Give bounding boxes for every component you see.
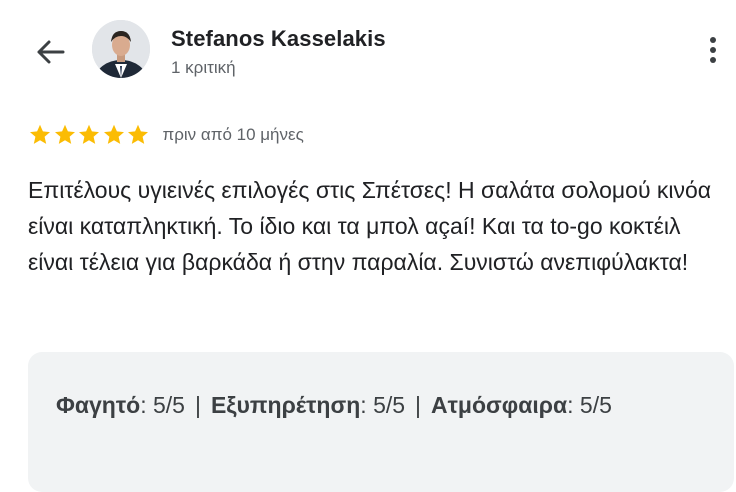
rating-label-food: Φαγητό — [56, 392, 141, 418]
rating-value-atmosphere: 5/5 — [579, 392, 612, 418]
review-header: Stefanos Kasselakis 1 κριτική — [0, 0, 736, 100]
separator: | — [194, 392, 201, 418]
reviewer-name[interactable]: Stefanos Kasselakis — [171, 26, 386, 52]
rating-label-service: Εξυπηρέτηση — [210, 392, 361, 418]
reviewer-review-count: 1 κριτική — [171, 58, 236, 77]
rating-label-atmosphere: Ατμόσφαιρα — [431, 392, 568, 418]
star-icon — [54, 124, 75, 144]
review-time: πριν από 10 μήνες — [162, 125, 304, 144]
rating-value-service: 5/5 — [373, 392, 406, 418]
star-icon — [103, 124, 124, 144]
avatar[interactable] — [92, 20, 150, 78]
review-text: Επιτέλους υγιεινές επιλογές στις Σπέτσες… — [28, 177, 712, 275]
rating-value-food: 5/5 — [152, 392, 185, 418]
attribute-ratings: Φαγητό: 5/5 | Εξυπηρέτηση: 5/5 | Ατμόσφαιρα:… — [56, 386, 706, 424]
colon: : — [567, 392, 574, 418]
separator: | — [415, 392, 422, 418]
star-rating — [28, 123, 151, 147]
star-icon — [128, 124, 148, 144]
more-options-button[interactable] — [698, 30, 728, 70]
star-icon — [79, 124, 99, 144]
colon: : — [360, 392, 367, 418]
arrow-back-icon — [37, 40, 65, 64]
attribute-ratings-box: Φαγητό: 5/5 | Εξυπηρέτηση: 5/5 | Ατμόσφαιρα:… — [28, 352, 734, 492]
back-button[interactable] — [30, 32, 70, 72]
star-icon — [30, 124, 50, 144]
more-vert-icon — [710, 37, 716, 63]
rating-row: πριν από 10 μήνες — [28, 122, 304, 148]
reviewer-photo — [92, 20, 150, 78]
colon: : — [140, 392, 147, 418]
